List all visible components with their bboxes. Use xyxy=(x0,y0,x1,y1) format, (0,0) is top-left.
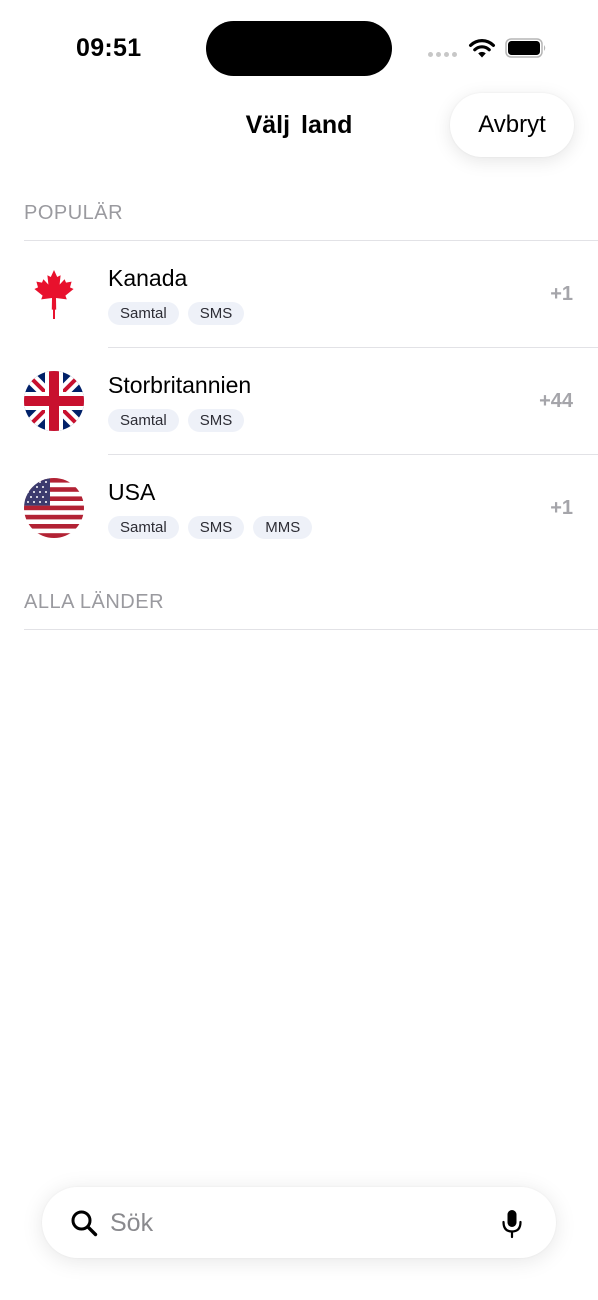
country-row-usa[interactable]: USA Samtal SMS MMS +1 xyxy=(0,455,598,562)
status-time: 09:51 xyxy=(76,34,142,62)
tag-badge: MMS xyxy=(253,516,313,539)
search-icon xyxy=(71,1210,98,1237)
uk-flag-icon xyxy=(24,371,84,431)
cellular-signal-icon xyxy=(428,52,457,57)
dynamic-island xyxy=(206,21,392,76)
usa-flag-icon xyxy=(24,478,84,538)
tag-badge: Samtal xyxy=(108,516,179,539)
tag-badge: SMS xyxy=(187,302,245,325)
tag-badge: Samtal xyxy=(108,302,179,325)
tag-badge: SMS xyxy=(187,409,245,432)
capability-tags: Samtal SMS xyxy=(108,302,245,325)
country-name: Storbritannien xyxy=(108,372,252,398)
country-name: USA xyxy=(108,479,156,505)
search-input[interactable] xyxy=(110,1204,480,1242)
search-bar xyxy=(42,1187,556,1258)
wifi-icon xyxy=(469,39,495,58)
tag-badge: SMS xyxy=(187,516,245,539)
dial-code: +1 xyxy=(550,497,573,519)
capability-tags: Samtal SMS xyxy=(108,409,245,432)
microphone-icon[interactable] xyxy=(500,1209,524,1239)
country-row-storbritannien[interactable]: Storbritannien Samtal SMS +44 xyxy=(0,348,598,455)
section-header-popular: POPULÄR xyxy=(24,202,124,224)
cancel-button[interactable]: Avbryt xyxy=(450,93,574,157)
battery-icon xyxy=(505,38,546,58)
dial-code: +44 xyxy=(539,390,573,412)
tag-badge: Samtal xyxy=(108,409,179,432)
dial-code: +1 xyxy=(550,283,573,305)
country-picker-screen: 09:51 Välj land Avbryt POPULÄR Kanada Sa… xyxy=(0,0,598,1300)
capability-tags: Samtal SMS MMS xyxy=(108,516,313,539)
section-header-all-countries: ALLA LÄNDER xyxy=(24,591,165,613)
section-divider xyxy=(24,629,598,630)
canada-flag-icon xyxy=(24,264,84,324)
country-name: Kanada xyxy=(108,265,188,291)
country-row-kanada[interactable]: Kanada Samtal SMS +1 xyxy=(0,241,598,348)
